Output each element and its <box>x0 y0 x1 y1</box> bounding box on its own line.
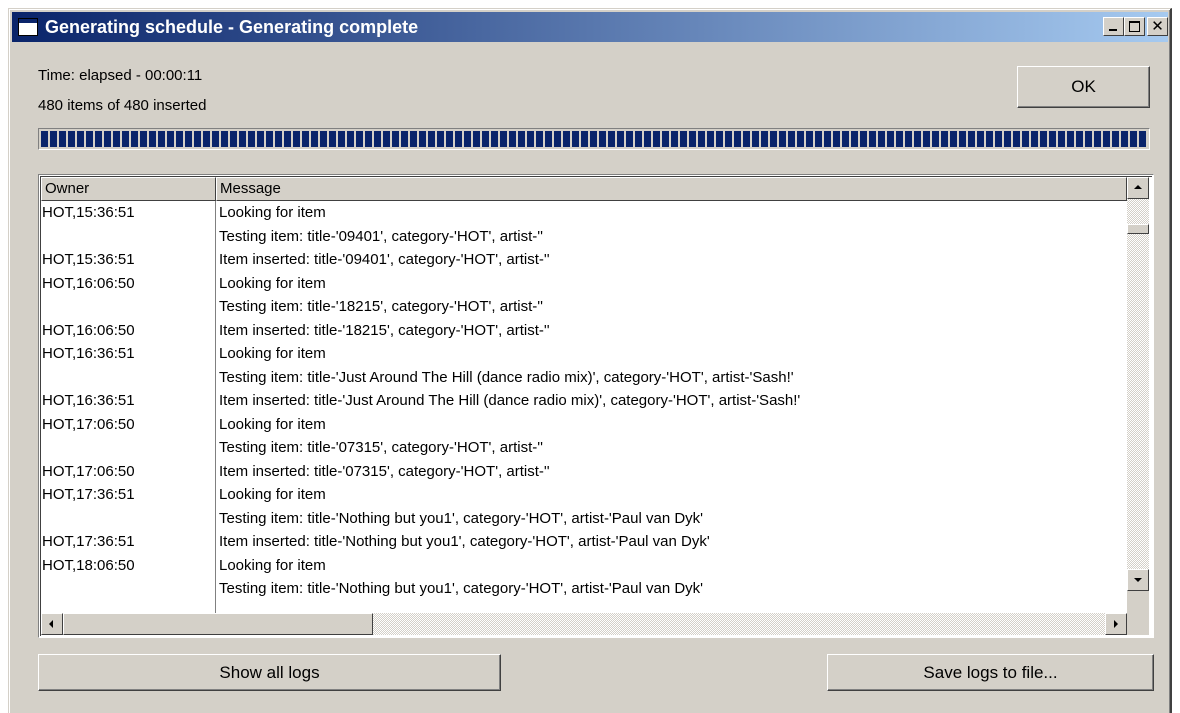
owner-cell: HOT,17:36:51 <box>42 533 135 550</box>
table-row[interactable]: HOT,16:36:51 Looking for item <box>41 342 1127 365</box>
message-cell: Item inserted: title-'09401', category-'… <box>219 251 550 268</box>
vertical-scrollbar[interactable] <box>1127 177 1149 613</box>
message-cell: Testing item: title-'Nothing but you1', … <box>219 509 704 527</box>
table-row[interactable]: HOT,17:06:50 Looking for item <box>41 413 1127 436</box>
show-all-logs-button[interactable]: Show all logs <box>38 654 501 691</box>
maximize-icon <box>1125 18 1144 35</box>
table-row[interactable]: Testing item: title-'18215', category-'H… <box>41 295 1127 318</box>
progress-fill <box>41 131 1147 147</box>
table-row[interactable]: HOT,17:36:51 Item inserted: title-'Nothin… <box>41 530 1127 553</box>
message-cell: Testing item: title-'07315', category-'H… <box>219 439 543 456</box>
scrollbar-corner <box>1127 613 1149 635</box>
generating-schedule-dialog: Generating schedule - Generating complet… <box>8 8 1172 713</box>
minimize-icon <box>1104 18 1123 35</box>
message-cell: Testing item: title-'Nothing but you1', … <box>219 580 704 597</box>
message-cell: Item inserted: title-'07315', category-'… <box>219 462 550 480</box>
vertical-scroll-thumb[interactable] <box>1127 224 1149 234</box>
message-cell: Looking for item <box>219 556 326 574</box>
message-cell: Looking for item <box>219 274 326 292</box>
table-row[interactable]: HOT,17:36:51 Looking for item <box>41 483 1127 506</box>
scroll-right-button[interactable] <box>1105 613 1127 635</box>
log-list-header: Owner Message <box>41 177 1131 201</box>
window-icon <box>18 18 38 36</box>
table-row[interactable]: HOT,16:06:50 Item inserted: title-'18215'… <box>41 319 1127 342</box>
maximize-button[interactable] <box>1124 17 1145 36</box>
message-cell: Testing item: title-'Just Around The Hil… <box>219 368 794 386</box>
message-cell: Item inserted: title-'Nothing but you1',… <box>219 533 710 550</box>
horizontal-scroll-thumb[interactable] <box>63 613 373 635</box>
owner-cell: HOT,16:06:50 <box>42 274 135 292</box>
column-header-message[interactable]: Message <box>216 177 1127 201</box>
table-row[interactable]: Testing item: title-'Just Around The Hil… <box>41 366 1127 389</box>
table-row[interactable]: HOT,16:06:50 Looking for item <box>41 272 1127 295</box>
message-cell: Item inserted: title-'Just Around The Hi… <box>219 392 801 409</box>
owner-cell: HOT,17:36:51 <box>42 486 135 503</box>
minimize-button[interactable] <box>1103 17 1124 36</box>
owner-cell: HOT,17:06:50 <box>42 462 135 480</box>
table-row[interactable]: Testing item: title-'09401', category-'H… <box>41 225 1127 248</box>
message-cell: Looking for item <box>219 486 326 503</box>
window-title: Generating schedule - Generating complet… <box>45 17 419 37</box>
owner-cell: HOT,15:36:51 <box>42 251 135 268</box>
table-row[interactable]: HOT,17:06:50 Item inserted: title-'07315'… <box>41 460 1127 483</box>
arrow-down-icon <box>1134 578 1142 582</box>
message-cell: Item inserted: title-'18215', category-'… <box>219 321 550 339</box>
log-rows: HOT,15:36:51 Looking for item Testing item… <box>41 201 1127 611</box>
table-row[interactable]: HOT,15:36:51 Item inserted: title-'09401'… <box>41 248 1127 271</box>
ok-button[interactable]: OK <box>1017 66 1150 108</box>
horizontal-scrollbar[interactable] <box>41 613 1127 635</box>
scroll-left-button[interactable] <box>41 613 63 635</box>
owner-cell: HOT,16:36:51 <box>42 345 135 362</box>
message-cell: Looking for item <box>219 204 326 221</box>
table-row[interactable]: Testing item: title-'Nothing but you1', … <box>41 577 1127 600</box>
table-row[interactable]: HOT,15:36:51 Looking for item <box>41 201 1127 224</box>
table-row[interactable]: Testing item: title-'07315', category-'H… <box>41 436 1127 459</box>
close-icon: ✕ <box>1151 17 1164 35</box>
close-button[interactable]: ✕ <box>1147 17 1168 36</box>
message-cell: Looking for item <box>219 345 326 362</box>
column-header-owner[interactable]: Owner <box>41 177 216 201</box>
owner-cell: HOT,18:06:50 <box>42 556 135 574</box>
message-cell: Testing item: title-'18215', category-'H… <box>219 298 543 315</box>
scroll-up-button[interactable] <box>1127 177 1149 199</box>
owner-cell: HOT,16:06:50 <box>42 321 135 339</box>
owner-cell: HOT,15:36:51 <box>42 204 135 221</box>
log-list[interactable]: Owner Message HOT,15:36:51 Looking for it… <box>38 174 1154 638</box>
owner-cell: HOT,16:36:51 <box>42 392 135 409</box>
table-row[interactable]: Testing item: title-'Nothing but you1', … <box>41 507 1127 530</box>
progress-bar <box>38 128 1150 150</box>
title-bar[interactable]: Generating schedule - Generating complet… <box>12 12 1168 42</box>
table-row[interactable]: HOT,18:06:50 Looking for item <box>41 554 1127 577</box>
table-row[interactable]: HOT,16:36:51 Item inserted: title-'Just A… <box>41 389 1127 412</box>
arrow-up-icon <box>1134 185 1142 189</box>
owner-cell: HOT,17:06:50 <box>42 415 135 433</box>
message-cell: Looking for item <box>219 415 326 433</box>
save-logs-button[interactable]: Save logs to file... <box>827 654 1154 691</box>
time-elapsed-label: Time: elapsed - 00:00:11 <box>38 67 203 84</box>
arrow-right-icon <box>1114 620 1118 628</box>
scroll-down-button[interactable] <box>1127 569 1149 591</box>
arrow-left-icon <box>49 620 53 628</box>
vertical-scroll-track[interactable] <box>1127 199 1149 569</box>
items-inserted-label: 480 items of 480 inserted <box>38 97 207 114</box>
message-cell: Testing item: title-'09401', category-'H… <box>219 227 543 245</box>
